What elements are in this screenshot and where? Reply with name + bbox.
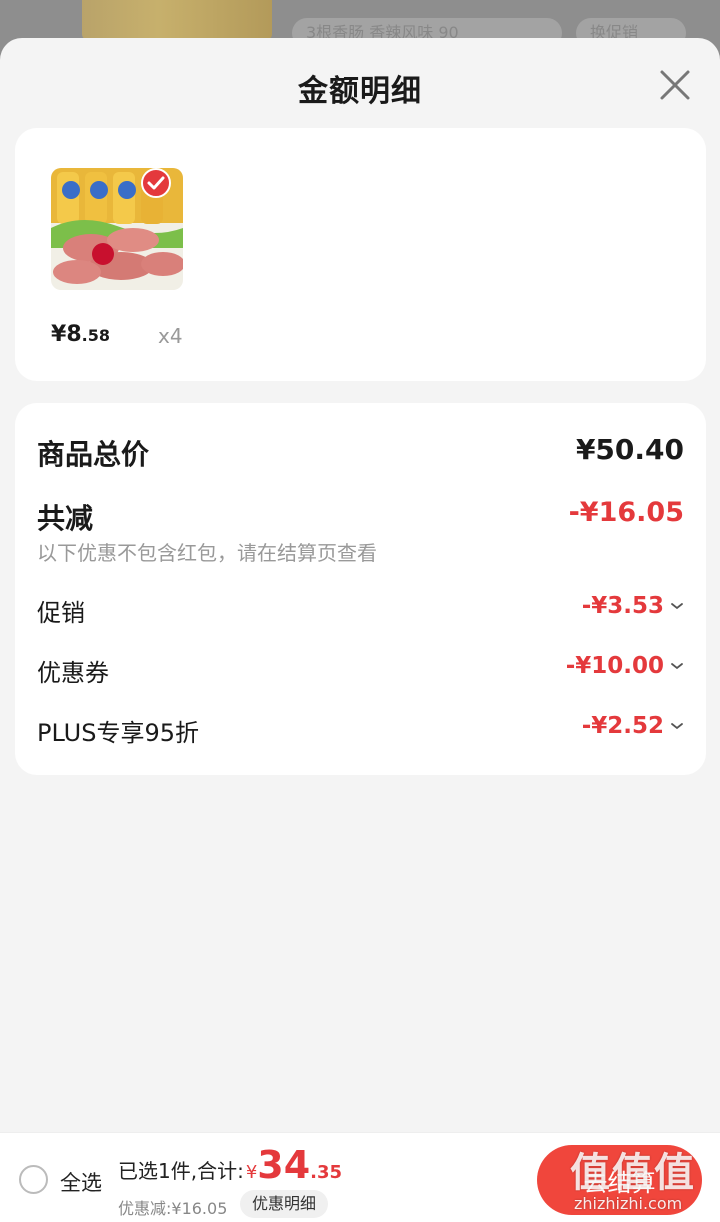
checkout-button[interactable]: 去结算: [537, 1145, 702, 1215]
select-all-label[interactable]: 全选: [60, 1167, 102, 1197]
background-product-image: [82, 0, 272, 40]
total-reduction-value: -¥16.05: [568, 497, 684, 528]
price-summary-card: 商品总价 ¥50.40 共减 -¥16.05 以下优惠不包含红包，请在结算页查看…: [15, 403, 706, 775]
chevron-down-icon: [671, 603, 683, 610]
price-integer: 8: [66, 322, 82, 347]
coupon-value: -¥10.00: [565, 653, 664, 679]
plus-discount-label: PLUS专享95折: [37, 719, 199, 747]
selected-total-line: 已选1件,合计: ¥ 34 .35: [118, 1143, 342, 1187]
plus-discount-value-wrap: -¥2.52: [582, 713, 684, 739]
discount-detail-button[interactable]: 优惠明细: [240, 1190, 329, 1218]
coupon-label: 优惠券: [37, 659, 109, 687]
discount-summary: 优惠减:¥16.05: [118, 1199, 228, 1218]
total-amount-decimal: .35: [310, 1162, 343, 1183]
selected-check-icon[interactable]: [141, 168, 171, 198]
close-button[interactable]: [652, 62, 698, 108]
amount-detail-sheet: 金额明细 ¥8.58 x4 商品总价 ¥50.40 共减 -¥16.05 以下优…: [0, 38, 720, 1222]
chevron-down-icon: [671, 663, 683, 670]
total-amount-integer: 34: [257, 1143, 311, 1187]
product-card: ¥8.58 x4: [15, 128, 706, 381]
coupon-row[interactable]: 优惠券 -¥10.00: [37, 653, 684, 687]
price-symbol: ¥: [51, 322, 67, 347]
total-reduction-label: 共减: [37, 502, 94, 535]
plus-discount-value: -¥2.52: [581, 713, 664, 739]
selected-count-text: 已选1件,合计:: [118, 1159, 244, 1183]
promotion-row[interactable]: 促销 -¥3.53: [37, 593, 684, 627]
promotion-value-wrap: -¥3.53: [582, 593, 684, 619]
checkout-bar: 全选 已选1件,合计: ¥ 34 .35 优惠减:¥16.05 优惠明细 去结算: [0, 1132, 720, 1222]
reduction-note: 以下优惠不包含红包，请在结算页查看: [37, 541, 377, 565]
close-icon: [660, 70, 690, 100]
price-decimal: .58: [81, 326, 110, 345]
product-quantity: x4: [158, 324, 183, 348]
total-price-value: ¥50.40: [575, 433, 684, 466]
plus-discount-row[interactable]: PLUS专享95折 -¥2.52: [37, 713, 684, 747]
total-price-label: 商品总价: [37, 438, 150, 471]
sheet-title: 金额明细: [298, 74, 422, 109]
chevron-down-icon: [671, 723, 683, 730]
coupon-value-wrap: -¥10.00: [566, 653, 684, 679]
promotion-label: 促销: [37, 599, 85, 627]
product-price: ¥8.58: [51, 322, 110, 347]
select-all-radio[interactable]: [19, 1165, 48, 1194]
promotion-value: -¥3.53: [581, 593, 664, 619]
total-yen-symbol: ¥: [245, 1162, 258, 1183]
